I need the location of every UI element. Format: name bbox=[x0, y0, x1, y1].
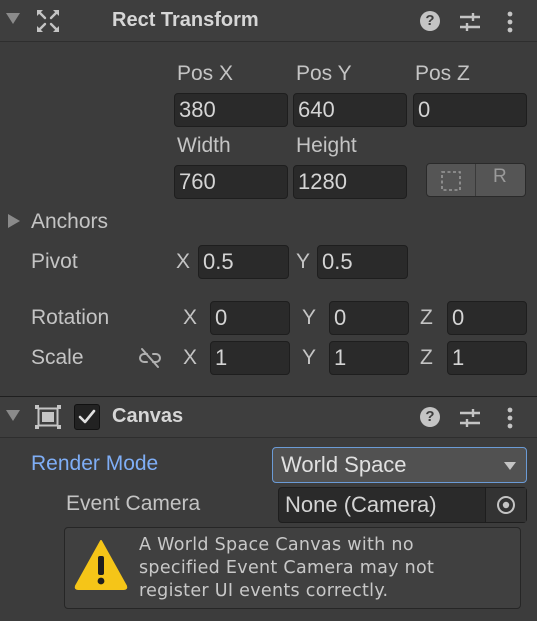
object-picker-icon bbox=[497, 496, 515, 514]
pos-x-label: Pos X bbox=[177, 62, 234, 85]
constrain-proportions-link-icon[interactable] bbox=[137, 347, 163, 369]
warning-icon bbox=[74, 540, 128, 590]
rotation-x-field[interactable]: 0 bbox=[210, 301, 290, 335]
presets-icon[interactable] bbox=[459, 408, 481, 428]
anchors-label[interactable]: Anchors bbox=[31, 210, 108, 234]
rotation-y-axis-label[interactable]: Y bbox=[302, 306, 316, 330]
render-mode-label: Render Mode bbox=[31, 452, 159, 475]
scale-y-axis-label[interactable]: Y bbox=[302, 346, 316, 370]
pos-x-field[interactable]: 380 bbox=[174, 93, 288, 127]
canvas-component-icon bbox=[35, 405, 61, 429]
pos-y-field[interactable]: 640 bbox=[293, 93, 407, 127]
component-title: Canvas bbox=[112, 405, 184, 427]
chevron-down-icon bbox=[504, 462, 516, 470]
rotation-z-axis-label[interactable]: Z bbox=[420, 306, 433, 330]
object-picker-button[interactable] bbox=[485, 488, 526, 522]
pivot-x-field[interactable]: 0.5 bbox=[198, 245, 289, 279]
scale-y-field[interactable]: 1 bbox=[329, 341, 409, 375]
pos-z-label: Pos Z bbox=[415, 62, 470, 85]
warning-line: specified Event Camera may not bbox=[139, 558, 435, 578]
presets-icon[interactable] bbox=[459, 12, 481, 32]
checkmark-icon bbox=[78, 409, 96, 424]
pivot-label: Pivot bbox=[31, 250, 78, 273]
rotation-x-axis-label[interactable]: X bbox=[183, 306, 197, 330]
component-title: Rect Transform bbox=[112, 9, 259, 31]
render-mode-dropdown[interactable]: World Space bbox=[272, 447, 527, 483]
help-icon[interactable]: ? bbox=[420, 407, 440, 427]
warning-line: register UI events correctly. bbox=[139, 581, 389, 601]
width-field[interactable]: 760 bbox=[174, 165, 288, 199]
anchors-foldout-icon[interactable] bbox=[8, 214, 20, 228]
foldout-arrow-icon[interactable] bbox=[6, 13, 20, 24]
rect-transform-header[interactable]: Rect Transform ? bbox=[0, 0, 537, 42]
pos-y-label: Pos Y bbox=[296, 62, 352, 85]
scale-x-field[interactable]: 1 bbox=[210, 341, 290, 375]
render-mode-value: World Space bbox=[281, 452, 407, 477]
rotation-y-field[interactable]: 0 bbox=[329, 301, 409, 335]
rotation-z-field[interactable]: 0 bbox=[447, 301, 527, 335]
event-camera-field[interactable]: None (Camera) bbox=[278, 487, 527, 523]
canvas-enabled-checkbox[interactable] bbox=[74, 404, 100, 430]
raw-edit-mode-button[interactable]: R bbox=[493, 166, 507, 188]
scale-x-axis-label[interactable]: X bbox=[183, 346, 197, 370]
pivot-x-axis-label[interactable]: X bbox=[176, 250, 190, 274]
scale-z-field[interactable]: 1 bbox=[447, 341, 527, 375]
foldout-arrow-icon[interactable] bbox=[6, 410, 20, 421]
warning-message: A World Space Canvas with no specified E… bbox=[139, 534, 509, 603]
pos-z-field[interactable]: 0 bbox=[413, 93, 527, 127]
width-label: Width bbox=[177, 134, 231, 157]
height-label: Height bbox=[296, 134, 357, 157]
warning-line: A World Space Canvas with no bbox=[139, 535, 414, 555]
edit-mode-buttons: R bbox=[426, 163, 526, 197]
rect-transform-icon bbox=[37, 10, 59, 32]
scale-z-axis-label[interactable]: Z bbox=[420, 346, 433, 370]
pivot-y-axis-label[interactable]: Y bbox=[296, 250, 310, 274]
rotation-label: Rotation bbox=[31, 306, 110, 329]
warning-help-box: A World Space Canvas with no specified E… bbox=[64, 527, 521, 609]
blueprint-mode-icon[interactable] bbox=[440, 170, 462, 192]
height-field[interactable]: 1280 bbox=[293, 165, 407, 199]
more-options-icon[interactable] bbox=[506, 11, 514, 33]
event-camera-label: Event Camera bbox=[66, 492, 201, 515]
event-camera-value: None (Camera) bbox=[285, 492, 437, 517]
scale-label: Scale bbox=[31, 346, 84, 369]
pivot-y-field[interactable]: 0.5 bbox=[317, 245, 408, 279]
help-icon[interactable]: ? bbox=[420, 11, 440, 31]
more-options-icon[interactable] bbox=[506, 407, 514, 429]
